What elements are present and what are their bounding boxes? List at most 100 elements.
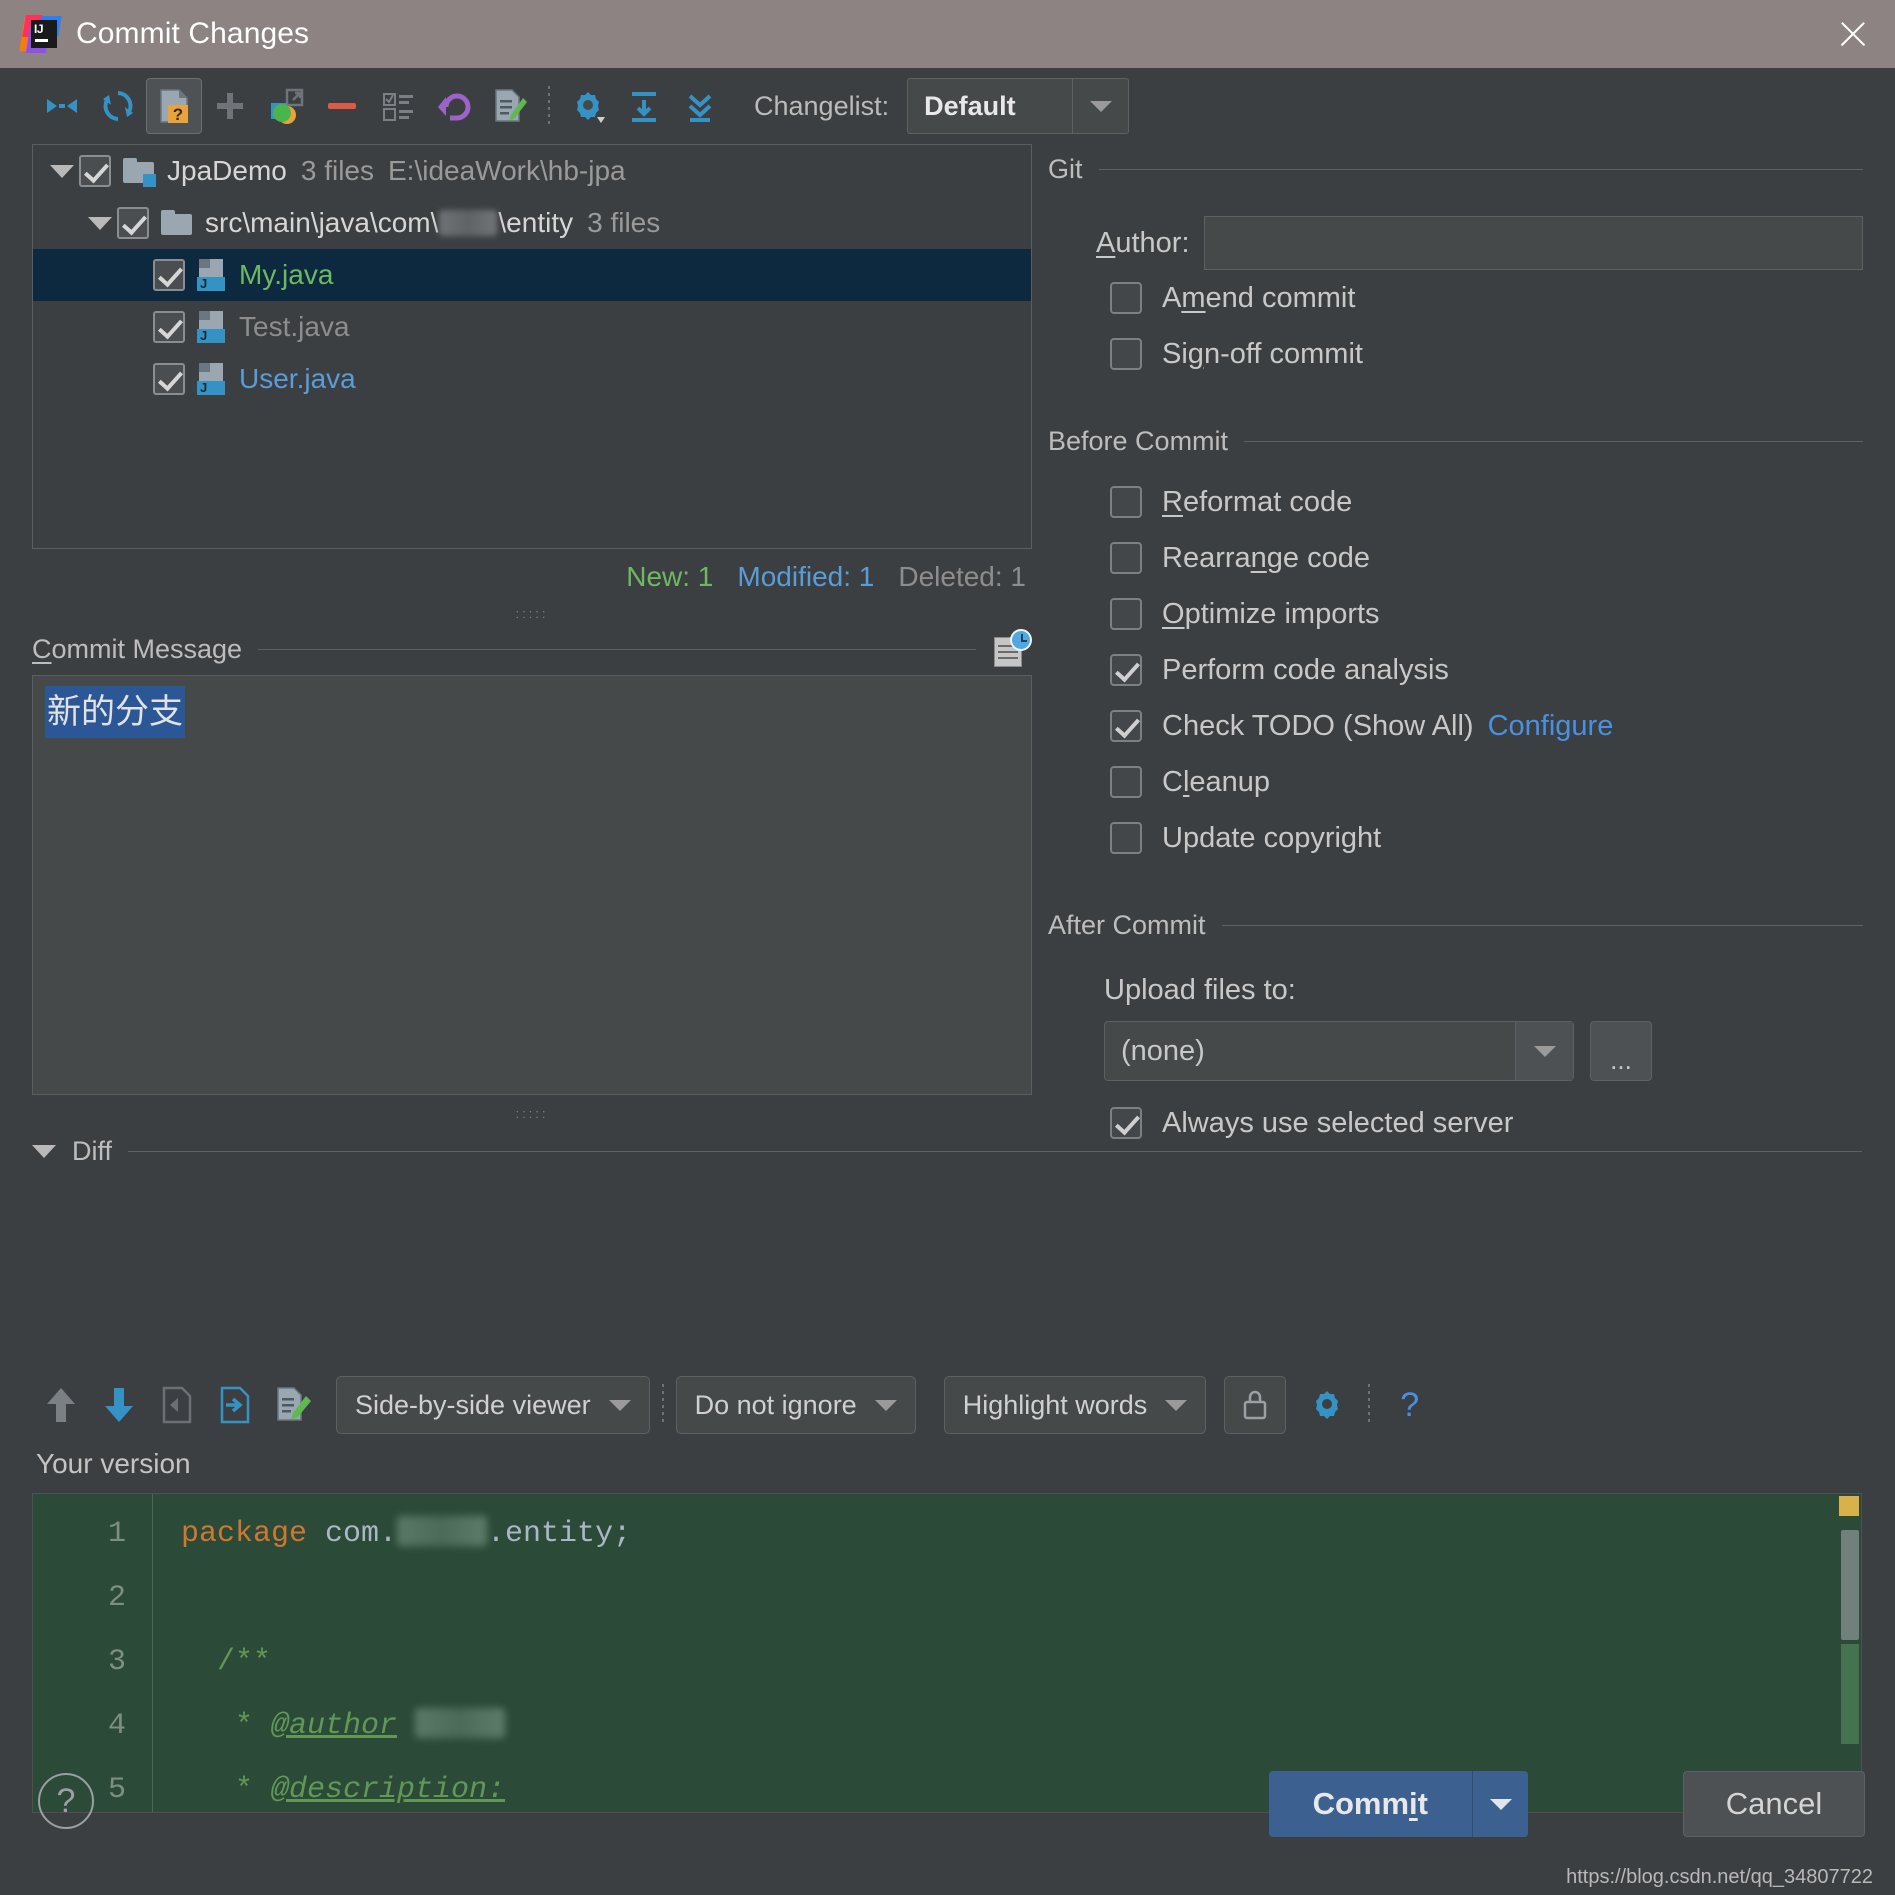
show-unversioned-icon[interactable]: ?: [146, 78, 202, 134]
code-text: .entity;: [487, 1517, 632, 1551]
delete-icon[interactable]: [314, 78, 370, 134]
diff-viewer-mode-dropdown[interactable]: Side-by-side viewer: [336, 1376, 650, 1434]
configure-todo-link[interactable]: Configure: [1488, 710, 1614, 743]
sign-off-commit-label: Sign-off commit: [1162, 337, 1363, 370]
status-deleted-count: Deleted: 1: [898, 561, 1026, 592]
gear-icon[interactable]: [1298, 1376, 1356, 1434]
expand-arrow-icon[interactable]: [45, 164, 79, 178]
compare-icon[interactable]: [264, 1376, 322, 1434]
tree-row[interactable]: J Test.java: [33, 301, 1031, 353]
rollback-icon[interactable]: [426, 78, 482, 134]
reformat-code-checkbox[interactable]: [1110, 486, 1142, 518]
cleanup-checkbox-row[interactable]: Cleanup: [1048, 754, 1863, 810]
sign-off-commit-checkbox[interactable]: [1110, 338, 1142, 370]
commit-message-header: Commit Message: [32, 623, 1032, 675]
tree-checkbox[interactable]: [153, 363, 185, 395]
sign-off-commit-checkbox-row[interactable]: Sign-off commit: [1048, 326, 1863, 382]
code-text: com.: [325, 1517, 398, 1551]
tree-checkbox[interactable]: [117, 207, 149, 239]
java-file-icon: J: [197, 259, 227, 291]
check-todo-checkbox-row[interactable]: Check TODO (Show All) Configure: [1048, 698, 1863, 754]
settings-icon[interactable]: [560, 78, 616, 134]
help-button[interactable]: ?: [38, 1773, 94, 1829]
changelist-dropdown[interactable]: Default: [907, 78, 1130, 134]
amend-commit-checkbox[interactable]: [1110, 282, 1142, 314]
java-file-icon: J: [197, 311, 227, 343]
move-to-changelist-icon[interactable]: [258, 78, 314, 134]
apply-icon[interactable]: [206, 1376, 264, 1434]
whitespace-mode-dropdown[interactable]: Do not ignore: [675, 1376, 916, 1434]
author-field[interactable]: [1203, 216, 1863, 270]
check-todo-label: Check TODO (Show All): [1162, 709, 1474, 742]
commit-button-group[interactable]: Comm i t: [1268, 1771, 1528, 1837]
revert-icon[interactable]: [148, 1376, 206, 1434]
update-copyright-checkbox-row[interactable]: Update copyright: [1048, 810, 1863, 866]
chevron-down-icon[interactable]: [1472, 1771, 1528, 1837]
check-todo-checkbox[interactable]: [1110, 710, 1142, 742]
show-diff-icon[interactable]: [482, 78, 538, 134]
amend-commit-checkbox-row[interactable]: Amend commit: [1048, 270, 1863, 326]
cleanup-label: Cleanup: [1162, 765, 1271, 798]
rearrange-code-checkbox-row[interactable]: Rearrange code: [1048, 530, 1863, 586]
splitter-handle[interactable]: :::::: [32, 1105, 1032, 1123]
optimize-imports-label: Optimize imports: [1162, 597, 1380, 630]
collapse-all-icon[interactable]: [34, 78, 90, 134]
highlight-mode-dropdown[interactable]: Highlight words: [943, 1376, 1207, 1434]
tree-node-name: JpaDemo: [167, 155, 287, 186]
perform-code-analysis-checkbox-row[interactable]: Perform code analysis: [1048, 642, 1863, 698]
commit-message-input[interactable]: 新的分支: [32, 675, 1032, 1095]
splitter-handle[interactable]: :::::: [32, 605, 1032, 623]
tree-checkbox[interactable]: [153, 311, 185, 343]
upload-server-dropdown[interactable]: (none): [1104, 1021, 1574, 1081]
your-version-label: Your version: [36, 1448, 191, 1479]
previous-difference-icon[interactable]: [32, 1376, 90, 1434]
left-panel: JpaDemo 3 files E:\ideaWork\hb-jpa src\m…: [32, 144, 1862, 1179]
changed-files-tree[interactable]: JpaDemo 3 files E:\ideaWork\hb-jpa src\m…: [32, 144, 1032, 549]
rearrange-code-checkbox[interactable]: [1110, 542, 1142, 574]
always-use-server-checkbox-row[interactable]: Always use selected server: [1048, 1095, 1863, 1151]
tree-row[interactable]: JpaDemo 3 files E:\ideaWork\hb-jpa: [33, 145, 1031, 197]
always-use-server-checkbox[interactable]: [1110, 1107, 1142, 1139]
chevron-down-icon: [1072, 79, 1128, 133]
next-difference-icon[interactable]: [90, 1376, 148, 1434]
optimize-imports-checkbox[interactable]: [1110, 598, 1142, 630]
divider: [258, 648, 976, 650]
cancel-button[interactable]: Cancel: [1683, 1771, 1865, 1837]
expand-arrow-icon[interactable]: [83, 216, 117, 230]
reformat-code-checkbox-row[interactable]: Reformat code: [1048, 474, 1863, 530]
commit-button[interactable]: Comm i t: [1268, 1771, 1472, 1837]
collapse-arrow-icon[interactable]: [32, 1144, 56, 1158]
file-name: My.java: [239, 259, 334, 290]
tree-row[interactable]: J User.java: [33, 353, 1031, 405]
expand-all-icon[interactable]: [616, 78, 672, 134]
update-copyright-checkbox[interactable]: [1110, 822, 1142, 854]
tree-row[interactable]: J My.java: [33, 249, 1031, 301]
svg-text:?: ?: [173, 105, 183, 124]
close-icon[interactable]: [1833, 14, 1873, 54]
code-line: /**: [181, 1630, 1861, 1694]
lock-icon[interactable]: [1224, 1376, 1287, 1434]
page-title: Commit Changes: [76, 17, 310, 50]
commit-history-icon[interactable]: [992, 629, 1032, 669]
cleanup-checkbox[interactable]: [1110, 766, 1142, 798]
tree-checkbox[interactable]: [153, 259, 185, 291]
tree-row[interactable]: src\main\java\com\ \entity 3 files: [33, 197, 1031, 249]
group-by-icon[interactable]: [370, 78, 426, 134]
redacted-path-segment: [439, 210, 498, 236]
diff-toolbar: Side-by-side viewer Do not ignore Highli…: [32, 1368, 1862, 1442]
git-group-header: Git: [1048, 144, 1863, 194]
after-commit-group-header: After Commit: [1048, 900, 1863, 950]
refresh-icon[interactable]: [90, 78, 146, 134]
code-comment: *: [181, 1709, 272, 1743]
perform-code-analysis-checkbox[interactable]: [1110, 654, 1142, 686]
browse-servers-button[interactable]: ...: [1590, 1021, 1652, 1081]
collapse-selected-icon[interactable]: [672, 78, 728, 134]
question-mark-icon[interactable]: ?: [1400, 1386, 1419, 1425]
warning-marker[interactable]: [1839, 1496, 1859, 1516]
optimize-imports-checkbox-row[interactable]: Optimize imports: [1048, 586, 1863, 642]
add-icon[interactable]: [202, 78, 258, 134]
tree-checkbox[interactable]: [79, 155, 111, 187]
scrollbar-thumb[interactable]: [1841, 1530, 1859, 1640]
git-group-title: Git: [1048, 153, 1083, 184]
code-comment: /**: [181, 1645, 272, 1679]
